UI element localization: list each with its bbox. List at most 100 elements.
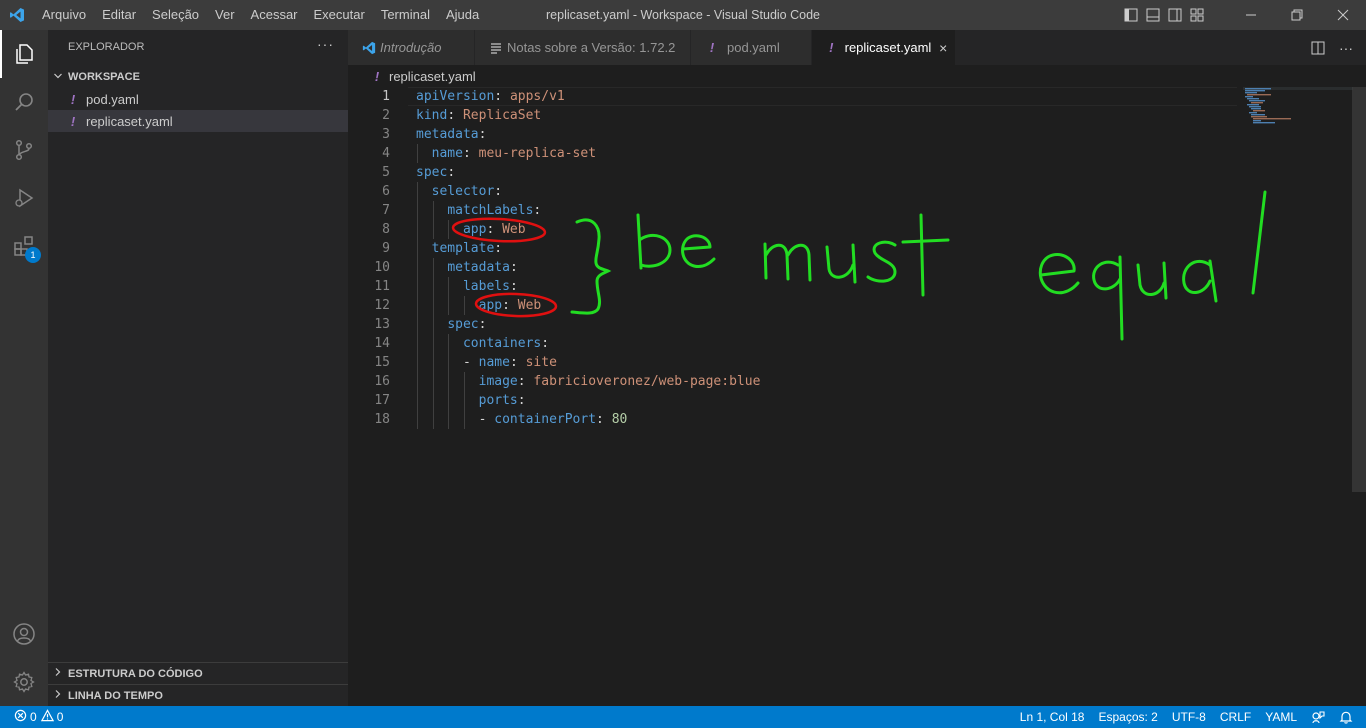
restore-icon[interactable] — [1274, 0, 1320, 30]
code-token: name — [478, 355, 510, 370]
indent-guide — [432, 220, 434, 239]
line-number: 9 — [382, 241, 390, 256]
menu-bar: Arquivo Editar Seleção Ver Acessar Executar Te… — [34, 0, 487, 30]
minimap[interactable] — [1243, 87, 1353, 127]
timeline-section-header[interactable]: LINHA DO TEMPO — [48, 684, 348, 706]
file-item-replicaset-yaml[interactable]: ! replicaset.yaml — [48, 110, 348, 132]
code-token: - — [462, 355, 479, 370]
indent-guide — [432, 296, 434, 315]
code-text: app: Web — [416, 296, 542, 315]
toggle-secondary-sidebar-icon[interactable] — [1164, 0, 1186, 30]
close-window-icon[interactable] — [1320, 0, 1366, 30]
menu-item-0[interactable]: Arquivo — [34, 0, 94, 30]
extensions-icon[interactable]: 1 — [0, 222, 48, 270]
code-text: matchLabels: — [416, 201, 541, 220]
indent-guide — [448, 372, 450, 391]
code-token: spec — [447, 317, 479, 332]
code-token: app — [462, 222, 487, 237]
close-tab-icon[interactable]: × — [931, 40, 955, 56]
code-token: selector — [431, 184, 495, 199]
minimize-icon[interactable] — [1228, 0, 1274, 30]
cursor-position[interactable]: Ln 1, Col 18 — [1013, 706, 1092, 728]
settings-gear-icon[interactable] — [0, 658, 48, 706]
line-number: 13 — [374, 317, 390, 332]
feedback-icon[interactable] — [1304, 706, 1332, 728]
menu-item-4[interactable]: Acessar — [243, 0, 306, 30]
indent-guide — [432, 201, 434, 220]
problems-indicator[interactable]: 0 0 — [0, 709, 63, 725]
encoding[interactable]: UTF-8 — [1165, 706, 1213, 728]
code-token: Web — [502, 222, 526, 237]
tab-introducao[interactable]: Introdução — [348, 30, 475, 65]
line-number: 4 — [382, 146, 390, 161]
more-actions-icon[interactable]: ··· — [1332, 30, 1360, 65]
line-number: 14 — [374, 336, 390, 351]
source-control-icon[interactable] — [0, 126, 48, 174]
code-token: apps/v1 — [509, 89, 565, 104]
code-token: image — [478, 374, 518, 389]
editor-tabs: Introdução Notas sobre a Versão: 1.72.2 … — [348, 30, 1366, 65]
code-line: 15 - name: site — [348, 353, 1248, 372]
code-line: 3 metadata: — [348, 125, 1248, 144]
indent-guide — [417, 277, 418, 296]
line-number: 16 — [374, 374, 390, 389]
vertical-scrollbar[interactable] — [1352, 87, 1366, 492]
indentation[interactable]: Espaços: 2 — [1091, 706, 1164, 728]
account-icon[interactable] — [0, 610, 48, 658]
code-token: meu-replica-set — [478, 146, 597, 161]
tab-pod-yaml[interactable]: ! pod.yaml — [691, 30, 812, 65]
code-token: spec — [416, 165, 448, 180]
code-line: 5 spec: — [348, 163, 1248, 182]
code-line: 14 containers: — [348, 334, 1248, 353]
menu-item-6[interactable]: Terminal — [373, 0, 438, 30]
menu-item-5[interactable]: Executar — [306, 0, 373, 30]
outline-section-header[interactable]: ESTRUTURA DO CÓDIGO — [48, 662, 348, 684]
code-token: : — [494, 241, 503, 256]
workspace-section-header[interactable]: WORKSPACE — [48, 66, 348, 88]
vscode-icon — [358, 41, 380, 55]
line-ending[interactable]: CRLF — [1213, 706, 1258, 728]
menu-item-1[interactable]: Editar — [94, 0, 144, 30]
code-token: : — [596, 412, 612, 427]
indent-guide — [417, 391, 418, 410]
code-text: containers: — [416, 334, 549, 353]
document-icon — [485, 42, 507, 54]
menu-item-7[interactable]: Ajuda — [438, 0, 487, 30]
run-debug-icon[interactable] — [0, 174, 48, 222]
breadcrumb-file[interactable]: replicaset.yaml — [389, 69, 476, 84]
indent-guide — [448, 353, 450, 372]
line-number: 15 — [374, 355, 390, 370]
tab-release-notes[interactable]: Notas sobre a Versão: 1.72.2 — [475, 30, 691, 65]
indent-guide — [432, 334, 434, 353]
notifications-bell-icon[interactable] — [1332, 706, 1360, 728]
line-number: 17 — [374, 393, 390, 408]
menu-item-3[interactable]: Ver — [207, 0, 243, 30]
code-token: labels — [462, 279, 510, 294]
code-token: kind — [416, 108, 448, 123]
code-line: 18 - containerPort: 80 — [348, 410, 1248, 429]
file-item-pod-yaml[interactable]: ! pod.yaml — [48, 88, 348, 110]
explorer-icon[interactable] — [0, 30, 48, 78]
code-line: 7 matchLabels: — [348, 201, 1248, 220]
more-actions-icon[interactable]: ··· — [317, 36, 334, 52]
code-text: spec: — [416, 315, 486, 334]
code-token: ReplicaSet — [462, 108, 542, 123]
code-editor[interactable]: 1 apiVersion: apps/v1 2 kind: ReplicaSet 3 me… — [348, 87, 1366, 706]
language-mode[interactable]: YAML — [1258, 706, 1304, 728]
split-editor-icon[interactable] — [1304, 30, 1332, 65]
menu-item-2[interactable]: Seleção — [144, 0, 207, 30]
indent-guide — [417, 315, 418, 334]
status-right: Ln 1, Col 18 Espaços: 2 UTF-8 CRLF YAML — [1013, 706, 1366, 728]
toggle-sidebar-icon[interactable] — [1120, 0, 1142, 30]
toggle-panel-icon[interactable] — [1142, 0, 1164, 30]
search-icon[interactable] — [0, 78, 48, 126]
code-line: 17 ports: — [348, 391, 1248, 410]
customize-layout-icon[interactable] — [1186, 0, 1208, 30]
tab-replicaset-yaml[interactable]: ! replicaset.yaml × — [812, 30, 956, 65]
code-text: labels: — [416, 277, 518, 296]
